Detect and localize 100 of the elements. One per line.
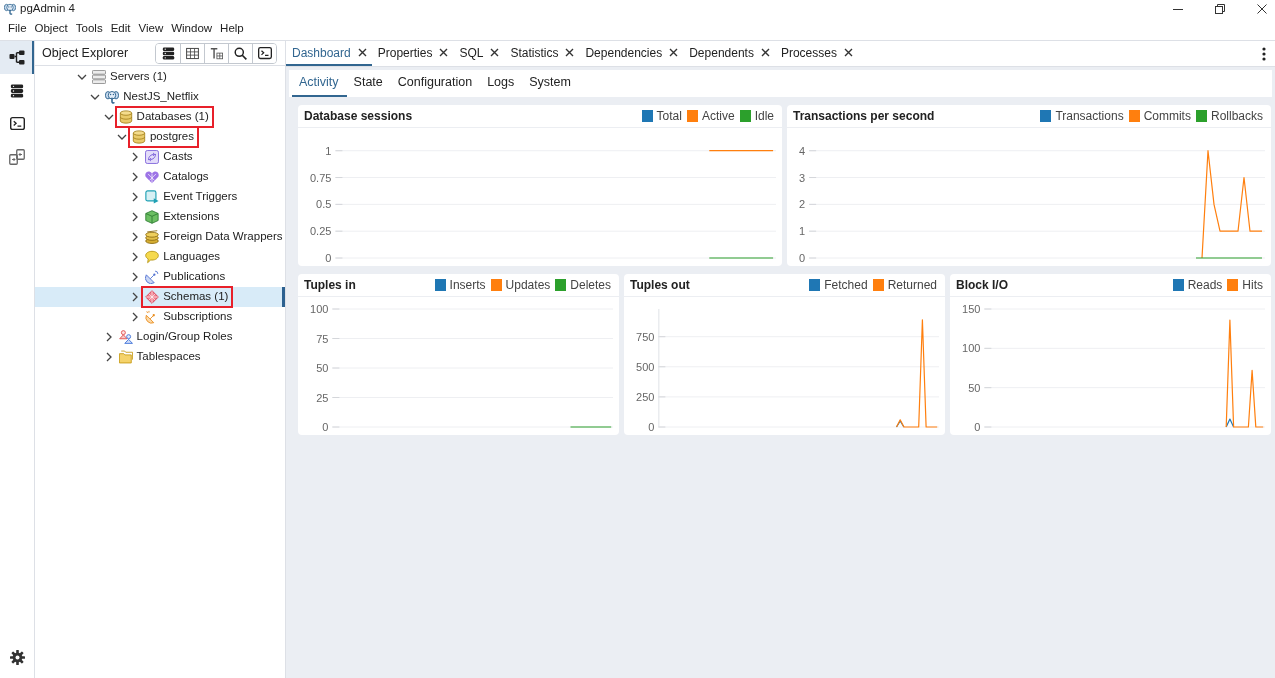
chevron-right-icon[interactable] <box>132 152 139 162</box>
y-tick-label: 4 <box>798 144 806 157</box>
chevron-right-icon[interactable] <box>132 212 139 222</box>
close-icon[interactable] <box>357 48 367 57</box>
tree-item[interactable]: postgres <box>35 127 285 147</box>
legend-label: Commits <box>1143 108 1191 125</box>
chevron-right-icon[interactable] <box>105 332 112 342</box>
chevron-right-icon[interactable] <box>132 292 139 302</box>
chevron-down-icon[interactable] <box>103 114 114 120</box>
legend-label: Idle <box>754 108 774 125</box>
tree-item[interactable]: Publications <box>35 267 285 287</box>
y-tick-label: 75 <box>316 332 329 345</box>
restore-icon[interactable] <box>1215 4 1225 14</box>
chart-title: Tuples in <box>304 277 356 294</box>
cube-icon <box>145 210 160 224</box>
close-icon[interactable] <box>490 48 500 57</box>
database-icon <box>10 83 24 98</box>
search-icon <box>234 46 247 60</box>
folder-icon <box>118 350 133 364</box>
tree-item[interactable]: Subscriptions <box>35 307 285 327</box>
y-tick-label: 0 <box>648 421 655 433</box>
close-icon[interactable] <box>843 48 853 57</box>
terminal-icon <box>257 46 272 60</box>
tree-item[interactable]: Servers (1) <box>35 67 285 87</box>
explorer-button[interactable] <box>0 41 34 74</box>
tree-item[interactable]: Databases (1) <box>35 107 285 127</box>
tab[interactable]: Logs <box>480 70 523 97</box>
chevron-down-icon[interactable] <box>90 94 101 100</box>
tab[interactable]: Dependencies <box>579 41 684 66</box>
database-icon <box>131 130 146 144</box>
y-tick-label: 0 <box>322 421 329 433</box>
arrows-square-icon <box>145 150 160 164</box>
tree-item[interactable]: Languages <box>35 247 285 267</box>
tab[interactable]: Activity <box>292 70 347 97</box>
chevron-down-icon[interactable] <box>77 74 87 80</box>
y-tick-label: 3 <box>798 171 806 184</box>
y-tick-label: 750 <box>636 330 655 343</box>
tab[interactable]: Statistics <box>504 41 580 66</box>
y-tick-label: 100 <box>310 303 329 315</box>
menu-item[interactable]: View <box>134 20 168 38</box>
close-icon[interactable] <box>439 48 449 57</box>
legend-label: Active <box>701 108 735 125</box>
menu-item[interactable]: Help <box>216 20 248 38</box>
tab[interactable]: Properties <box>371 41 454 66</box>
menu-item[interactable]: Tools <box>71 20 107 38</box>
menu-item[interactable]: Window <box>167 20 217 38</box>
y-tick-label: 50 <box>968 381 981 394</box>
menu-item[interactable]: File <box>4 20 31 38</box>
minimize-icon[interactable] <box>1173 8 1183 10</box>
y-tick-label: 0.75 <box>310 171 332 184</box>
chevron-right-icon[interactable] <box>132 192 139 202</box>
settings-icon <box>9 650 25 665</box>
chevron-right-icon[interactable] <box>132 232 139 242</box>
chevron-right-icon[interactable] <box>105 352 112 362</box>
chevron-right-icon[interactable] <box>132 312 139 322</box>
tab[interactable]: Dependents <box>683 41 775 66</box>
tree-item[interactable]: Foreign Data Wrappers <box>35 227 285 247</box>
menu-item[interactable]: Edit <box>106 20 135 38</box>
tree-item[interactable]: NestJS_Netflix <box>35 87 285 107</box>
tree-item[interactable]: Schemas (1) <box>35 287 285 307</box>
close-icon[interactable] <box>760 48 770 57</box>
tree-item[interactable]: Catalogs <box>35 167 285 187</box>
legend-label: Reads <box>1187 277 1223 294</box>
more-icon[interactable] <box>1262 46 1266 61</box>
panel-title: Object Explorer <box>42 44 129 62</box>
close-icon[interactable] <box>1257 4 1267 14</box>
tree-item[interactable]: Casts <box>35 147 285 167</box>
tree-item[interactable]: Login/Group Roles <box>35 327 285 347</box>
chart-title: Block I/O <box>956 277 1008 294</box>
tree-item[interactable]: Event Triggers <box>35 187 285 207</box>
tab[interactable]: State <box>346 70 391 97</box>
close-icon[interactable] <box>669 48 679 57</box>
close-icon[interactable] <box>565 48 575 57</box>
chevron-right-icon[interactable] <box>132 172 139 182</box>
y-tick-label: 25 <box>316 391 329 404</box>
elephant-icon <box>4 3 16 15</box>
terminal-icon <box>9 116 25 131</box>
speech-bubble-icon <box>145 250 160 264</box>
y-tick-label: 50 <box>316 362 329 374</box>
chevron-right-icon[interactable] <box>132 272 139 282</box>
chevron-down-icon[interactable] <box>116 134 127 140</box>
chevron-right-icon[interactable] <box>132 252 139 262</box>
tab[interactable]: Processes <box>774 41 858 66</box>
heart-icon <box>145 170 160 184</box>
legend-label: Deletes <box>570 277 611 294</box>
menu-item[interactable]: Object <box>30 20 72 38</box>
legend-label: Total <box>656 108 682 125</box>
tab[interactable]: Dashboard <box>286 41 372 66</box>
legend-label: Returned <box>887 277 937 294</box>
tree-item[interactable]: Tablespaces <box>35 347 285 367</box>
users-icon <box>118 330 133 344</box>
y-tick-label: 0 <box>798 252 806 264</box>
terminal-button[interactable] <box>252 43 276 63</box>
tab[interactable]: System <box>522 70 579 97</box>
y-tick-label: 100 <box>962 342 981 355</box>
tree-item[interactable]: Extensions <box>35 207 285 227</box>
chart-title: Database sessions <box>304 108 413 125</box>
chart-title: Transactions per second <box>793 108 935 125</box>
tab[interactable]: SQL <box>453 41 505 66</box>
tab[interactable]: Configuration <box>390 70 481 97</box>
